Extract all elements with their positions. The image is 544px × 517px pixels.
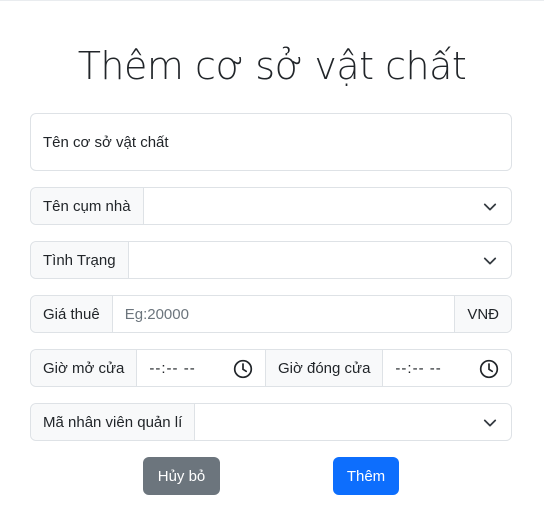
price-group: Giá thuê Eg:20000 VNĐ <box>30 295 512 333</box>
building-cluster-select[interactable] <box>144 188 511 224</box>
add-button[interactable]: Thêm <box>333 457 399 495</box>
clock-icon[interactable] <box>479 359 499 379</box>
open-time-input[interactable]: --:-- -- <box>137 350 265 386</box>
status-group: Tình Trạng <box>30 241 512 279</box>
close-time-label: Giờ đóng cửa <box>264 350 384 386</box>
manager-id-select[interactable] <box>195 404 511 440</box>
facility-name-placeholder: Tên cơ sở vật chất <box>43 133 169 151</box>
facility-name-input[interactable]: Tên cơ sở vật chất <box>30 113 512 171</box>
manager-id-label: Mã nhân viên quản lí <box>31 404 196 440</box>
status-label: Tình Trạng <box>31 242 129 278</box>
chevron-down-icon <box>483 203 497 211</box>
open-time-label: Giờ mở cửa <box>31 350 138 386</box>
price-placeholder: Eg:20000 <box>124 305 189 323</box>
chevron-down-icon <box>483 419 497 427</box>
price-label: Giá thuê <box>31 296 113 332</box>
manager-group: Mã nhân viên quản lí <box>30 403 512 441</box>
building-cluster-label: Tên cụm nhà <box>31 188 144 224</box>
page-title: Thêm cơ sở vật chất <box>77 44 467 88</box>
hours-group: Giờ mở cửa --:-- -- Giờ đóng cửa --:-- -… <box>30 349 512 387</box>
close-time-value: --:-- -- <box>395 359 442 377</box>
price-unit: VNĐ <box>454 296 511 332</box>
chevron-down-icon <box>483 257 497 265</box>
cancel-button[interactable]: Hủy bỏ <box>143 457 220 495</box>
clock-icon[interactable] <box>233 359 253 379</box>
price-input[interactable]: Eg:20000 <box>113 296 455 332</box>
top-divider <box>0 0 544 1</box>
close-time-input[interactable]: --:-- -- <box>383 350 511 386</box>
status-select[interactable] <box>129 242 511 278</box>
building-cluster-group: Tên cụm nhà <box>30 187 512 225</box>
open-time-value: --:-- -- <box>149 359 196 377</box>
